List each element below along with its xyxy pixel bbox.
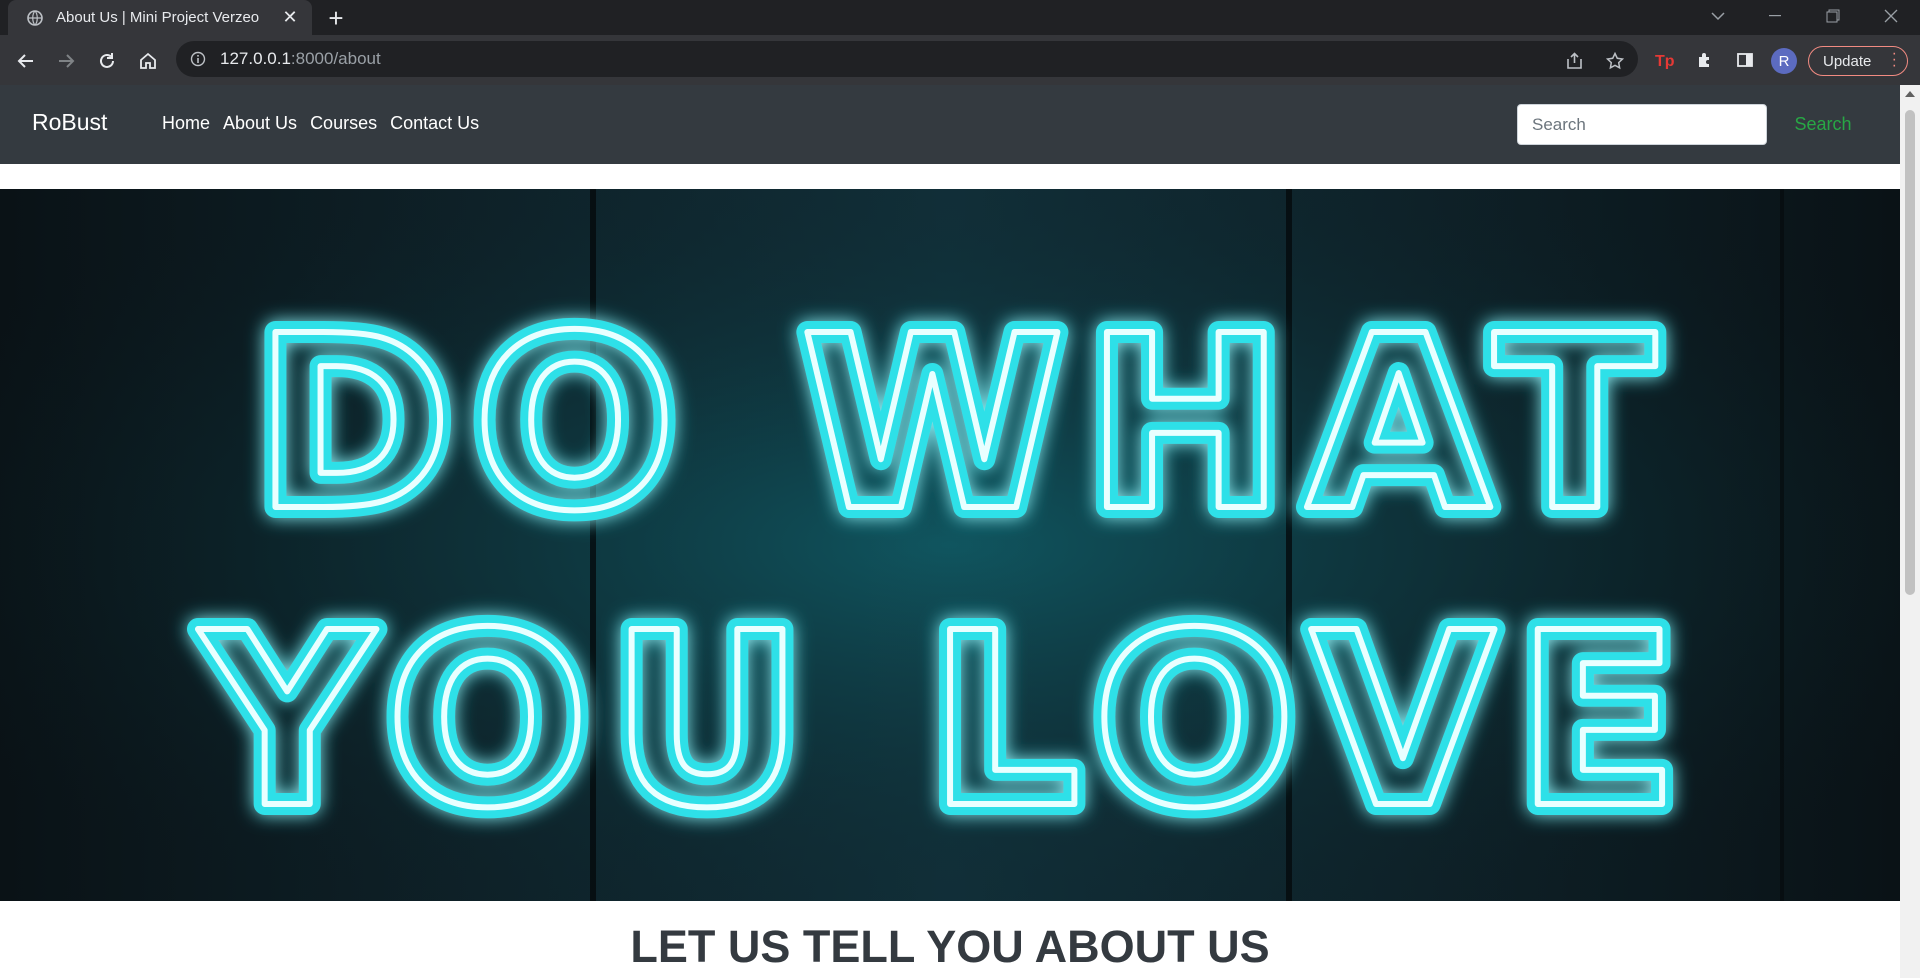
back-icon[interactable]	[10, 45, 42, 77]
scrollbar-thumb[interactable]	[1905, 110, 1915, 595]
update-button[interactable]: Update · · ·	[1808, 46, 1908, 76]
nav-link-contact[interactable]: Contact Us	[390, 113, 479, 134]
scroll-up-arrow-icon[interactable]	[1905, 91, 1915, 97]
nav-link-about[interactable]: About Us	[223, 113, 297, 134]
extension-tp-icon[interactable]: Tp	[1651, 46, 1679, 74]
profile-avatar[interactable]: R	[1771, 48, 1797, 74]
browser-tab[interactable]: About Us | Mini Project Verzeo ✕	[8, 0, 312, 35]
search-button[interactable]: Search	[1780, 104, 1866, 145]
navbar-brand[interactable]: RoBust	[32, 109, 107, 136]
new-tab-icon[interactable]: +	[322, 5, 350, 33]
tab-title: About Us | Mini Project Verzeo	[56, 9, 260, 26]
nav-links: Home About Us Courses Contact Us	[162, 113, 479, 134]
nav-link-home[interactable]: Home	[162, 113, 210, 134]
close-tab-icon[interactable]: ✕	[280, 7, 300, 28]
browser-toolbar: 127.0.0.1:8000/about Tp R Update · · ·	[0, 35, 1920, 85]
nav-link-courses[interactable]: Courses	[310, 113, 377, 134]
site-navbar: RoBust Home About Us Courses Contact Us …	[0, 85, 1900, 164]
url-host: 127.0.0.1	[220, 49, 291, 68]
search-input[interactable]	[1517, 104, 1767, 145]
update-label: Update	[1823, 52, 1872, 70]
browser-tab-strip: About Us | Mini Project Verzeo ✕ +	[0, 0, 1920, 35]
minimize-icon[interactable]	[1752, 0, 1798, 32]
home-icon[interactable]	[132, 45, 164, 77]
web-page: RoBust Home About Us Courses Contact Us …	[0, 85, 1900, 978]
hero-image: DO WHAT DO WHAT YOU LOVE YOU LOVE	[0, 189, 1900, 901]
side-panel-icon[interactable]	[1731, 46, 1759, 74]
globe-icon	[26, 9, 44, 27]
close-window-icon[interactable]	[1868, 0, 1914, 32]
hero-text-line1-core: DO WHAT	[253, 284, 1676, 564]
section-heading: LET US TELL YOU ABOUT US	[630, 921, 1270, 972]
url-path: :8000/about	[290, 49, 381, 68]
site-info-icon[interactable]	[188, 49, 208, 69]
url-text: 127.0.0.1:8000/about	[220, 49, 381, 69]
svg-text:Tp: Tp	[1655, 53, 1675, 69]
extensions-puzzle-icon[interactable]	[1691, 46, 1719, 74]
forward-icon[interactable]	[50, 45, 82, 77]
restore-icon[interactable]	[1810, 0, 1856, 32]
share-icon[interactable]	[1563, 49, 1587, 73]
more-menu-icon[interactable]: · · ·	[1892, 46, 1897, 74]
address-bar[interactable]: 127.0.0.1:8000/about	[176, 41, 1638, 77]
tab-search-icon[interactable]	[1695, 0, 1741, 32]
page-scrollbar[interactable]	[1900, 85, 1920, 978]
hero-text-line2-core: YOU LOVE	[197, 581, 1699, 861]
reload-icon[interactable]	[91, 45, 123, 77]
bookmark-star-icon[interactable]	[1603, 49, 1627, 73]
